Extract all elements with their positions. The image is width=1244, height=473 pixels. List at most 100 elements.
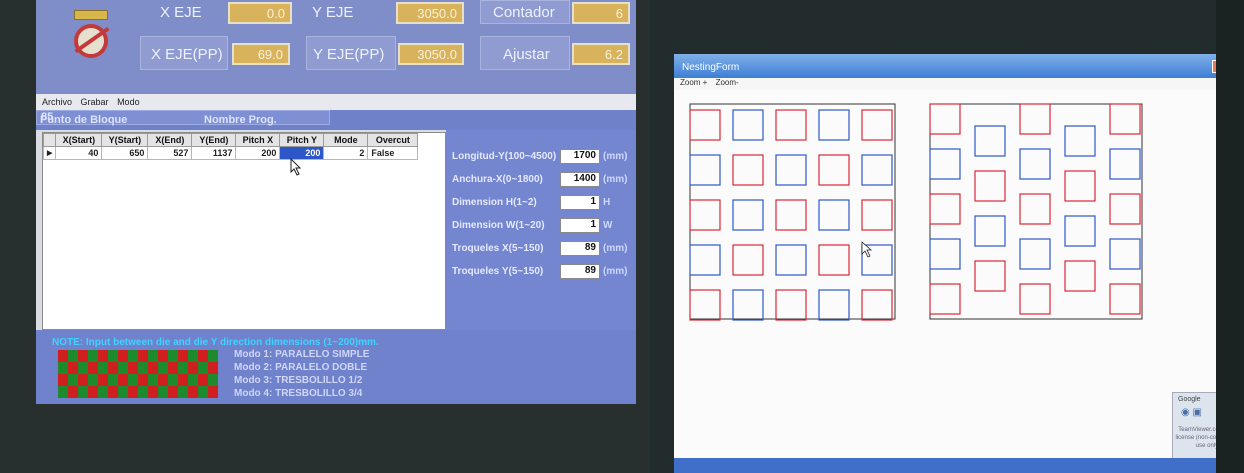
table-cell[interactable]: False — [367, 146, 419, 160]
contador-button[interactable]: Contador — [480, 0, 570, 24]
column-header[interactable]: Y(Start) — [101, 133, 149, 147]
taskbar — [674, 458, 1244, 473]
table-cell[interactable]: 1137 — [191, 146, 237, 160]
pattern-cell — [68, 350, 78, 362]
pattern-cell — [208, 374, 218, 386]
die-square — [1109, 148, 1141, 180]
die-square — [732, 154, 764, 186]
machine-emblem-icon — [64, 10, 120, 68]
crown-icon — [74, 10, 108, 20]
pattern-cell — [188, 386, 198, 398]
table-row[interactable]: ▶ 40 650 527 1137 200 200 2 False — [42, 146, 419, 160]
y-eje-pp-label: Y EJE(PP) — [313, 46, 385, 63]
pattern-cell — [98, 386, 108, 398]
pattern-cell — [138, 374, 148, 386]
pattern-cell — [148, 350, 158, 362]
pattern-cell — [88, 350, 98, 362]
die-square — [818, 154, 850, 186]
pattern-cell — [178, 362, 188, 374]
die-square — [974, 125, 1006, 157]
longitud-input[interactable]: 1700 — [560, 149, 600, 164]
die-square — [1019, 238, 1051, 270]
anchura-input[interactable]: 1400 — [560, 172, 600, 187]
die-square — [929, 148, 961, 180]
window-menu-bar: Zoom + Zoom- — [674, 78, 1244, 90]
die-square — [775, 154, 807, 186]
die-square — [1064, 125, 1096, 157]
die-square — [689, 289, 721, 321]
column-header[interactable]: X(End) — [147, 133, 193, 147]
table-header-row: X(Start) Y(Start) X(End) Y(End) Pitch X … — [42, 133, 419, 147]
y-eje-pp-button[interactable]: Y EJE(PP) — [306, 36, 396, 70]
ajustar-value: 6.2 — [572, 43, 630, 65]
pattern-cell — [118, 350, 128, 362]
menu-grabar[interactable]: Grabar — [81, 97, 109, 107]
row-selector-arrow-icon[interactable]: ▶ — [42, 146, 57, 160]
die-square — [775, 289, 807, 321]
field-unit: (mm) — [603, 243, 628, 254]
die-square — [732, 289, 764, 321]
table-cell[interactable]: 40 — [55, 146, 103, 160]
ajustar-button[interactable]: Ajustar — [480, 36, 570, 70]
contador-label: Contador — [493, 4, 555, 21]
die-square — [861, 199, 893, 231]
zoom-in-menu[interactable]: Zoom + — [680, 78, 707, 87]
table-cell[interactable]: 650 — [101, 146, 149, 160]
die-square — [929, 193, 961, 225]
block-points-grid[interactable]: X(Start) Y(Start) X(End) Y(End) Pitch X … — [42, 132, 446, 330]
column-header[interactable]: Overcut — [367, 133, 419, 147]
left-monitor-photo: X EJE 0.0 Y EJE 3050.0 Contador 6 X EJE(… — [0, 0, 650, 473]
pattern-cell — [148, 386, 158, 398]
dimension-h-input[interactable]: 1 — [560, 195, 600, 210]
mode-3-text: Modo 3: TRESBOLILLO 1/2 — [234, 375, 363, 386]
x-eje-pp-button[interactable]: X EJE(PP) — [140, 36, 228, 70]
block-points-table: X(Start) Y(Start) X(End) Y(End) Pitch X … — [42, 133, 419, 160]
pattern-cell — [138, 350, 148, 362]
pattern-cell — [58, 362, 68, 374]
die-square — [1019, 283, 1051, 315]
pattern-cell — [208, 350, 218, 362]
pattern-cell — [78, 386, 88, 398]
table-cell[interactable]: 527 — [147, 146, 193, 160]
table-cell[interactable]: 200 — [235, 146, 281, 160]
pattern-cell — [178, 386, 188, 398]
monitor-bezel — [1216, 0, 1244, 473]
pattern-cell — [88, 362, 98, 374]
column-header[interactable]: X(Start) — [55, 133, 103, 147]
die-square — [732, 109, 764, 141]
column-header[interactable]: Pitch Y — [279, 133, 325, 147]
troqueles-x-input[interactable]: 89 — [560, 241, 600, 256]
menu-modo[interactable]: Modo — [117, 97, 140, 107]
column-header[interactable]: Mode — [323, 133, 369, 147]
dimension-fields-panel: Longitud-Y(100~4500) 1700 (mm) Anchura-X… — [446, 130, 636, 336]
die-square — [1064, 260, 1096, 292]
pattern-cell — [98, 374, 108, 386]
nesting-canvas[interactable] — [674, 90, 1244, 464]
pattern-cell — [208, 362, 218, 374]
die-square — [1019, 193, 1051, 225]
die-square — [1019, 103, 1051, 135]
column-header[interactable]: Y(End) — [191, 133, 237, 147]
pattern-preview-icon — [58, 350, 218, 398]
die-square — [929, 238, 961, 270]
column-header[interactable]: Pitch X — [235, 133, 281, 147]
field-unit: (mm) — [603, 151, 628, 162]
table-cell[interactable]: 2 — [323, 146, 369, 160]
zoom-out-menu[interactable]: Zoom- — [716, 78, 739, 87]
menu-archivo[interactable]: Archivo — [42, 97, 72, 107]
ajustar-label: Ajustar — [503, 46, 550, 63]
window-titlebar[interactable]: NestingForm — [674, 54, 1244, 78]
pattern-cell — [98, 362, 108, 374]
y-eje-value: 3050.0 — [396, 2, 464, 24]
die-square — [818, 244, 850, 276]
pattern-cell — [198, 386, 208, 398]
pattern-cell — [188, 362, 198, 374]
pattern-cell — [188, 350, 198, 362]
pattern-cell — [208, 386, 218, 398]
pattern-cell — [158, 374, 168, 386]
die-square — [929, 103, 961, 135]
row-selector-header — [42, 133, 57, 147]
dimension-w-input[interactable]: 1 — [560, 218, 600, 233]
troqueles-y-input[interactable]: 89 — [560, 264, 600, 279]
pattern-cell — [148, 362, 158, 374]
